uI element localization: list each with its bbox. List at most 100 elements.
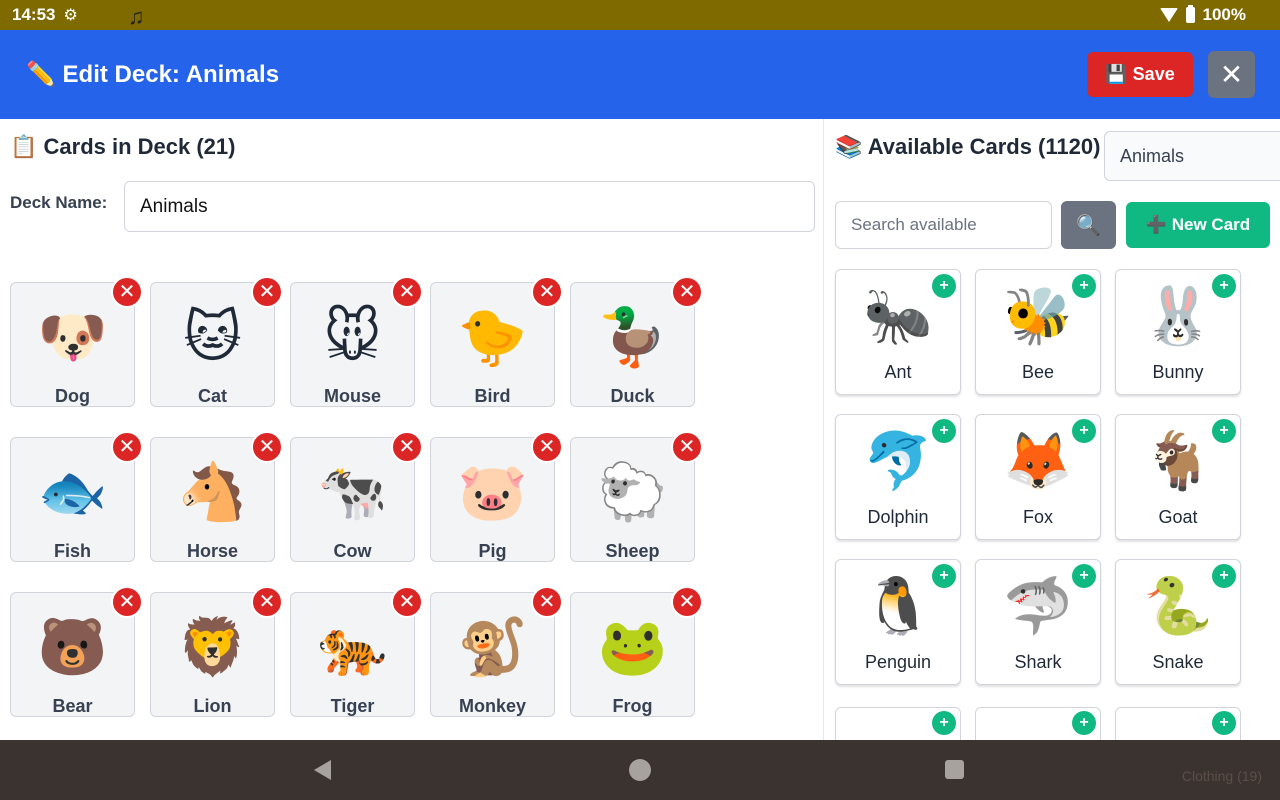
deck-card[interactable]: 🐶 Dog ✕: [10, 276, 143, 407]
add-card-button[interactable]: +: [1072, 711, 1096, 735]
save-button[interactable]: 💾 Save: [1087, 52, 1193, 97]
available-cards-panel: 📚 Available Cards (1120) Animals 🔍 ➕ New…: [825, 119, 1280, 740]
remove-card-button[interactable]: ✕: [391, 431, 423, 463]
card-label: Bear: [52, 696, 93, 716]
close-icon: ✕: [538, 281, 556, 303]
remove-card-button[interactable]: ✕: [251, 586, 283, 618]
close-icon: ✕: [118, 436, 136, 458]
card-label: Fox: [1022, 507, 1053, 527]
available-card[interactable]: 🐍 Snake +: [1115, 559, 1241, 685]
close-icon: ✕: [538, 436, 556, 458]
remove-card-button[interactable]: ✕: [391, 276, 423, 308]
deck-card[interactable]: 🐱 Cat ✕: [150, 276, 283, 407]
remove-card-button[interactable]: ✕: [531, 276, 563, 308]
deck-card[interactable]: 🐷 Pig ✕: [430, 431, 563, 562]
horse-icon: 🐴: [177, 460, 248, 523]
close-icon: ✕: [538, 591, 556, 613]
deck-card[interactable]: 🐭 Mouse ✕: [290, 276, 423, 407]
deck-card[interactable]: 🐅 Tiger ✕: [290, 586, 423, 717]
available-card[interactable]: 🐧 Penguin +: [835, 559, 961, 685]
available-cards-title: 📚 Available Cards (1120): [835, 134, 1101, 159]
card-label: Bird: [474, 386, 511, 406]
add-card-button[interactable]: +: [932, 711, 956, 735]
add-card-button[interactable]: +: [1212, 564, 1236, 588]
available-card[interactable]: 🐐 Goat +: [1115, 414, 1241, 540]
remove-card-button[interactable]: ✕: [671, 431, 703, 463]
page-title: ✏️ Edit Deck: Animals: [26, 61, 280, 88]
add-card-button[interactable]: +: [932, 274, 956, 298]
deck-card[interactable]: 🐟 Fish ✕: [10, 431, 143, 562]
tiger-icon: 🐅: [317, 615, 388, 678]
add-card-button[interactable]: +: [1072, 274, 1096, 298]
mouse-icon: 🐭: [323, 305, 382, 368]
back-icon[interactable]: [314, 760, 331, 780]
close-icon: ✕: [678, 591, 696, 613]
available-card[interactable]: 🐜 Ant +: [835, 269, 961, 395]
deck-card[interactable]: 🐄 Cow ✕: [290, 431, 423, 562]
bird-icon: 🐤: [457, 305, 528, 368]
card-label: Shark: [1014, 652, 1062, 672]
card-label: Dog: [55, 386, 90, 406]
deck-card[interactable]: 🐒 Monkey ✕: [430, 586, 563, 717]
deck-card[interactable]: 🐴 Horse ✕: [150, 431, 283, 562]
card-label: Duck: [610, 386, 655, 406]
music-note-icon: ♫: [128, 4, 145, 29]
recent-apps-icon[interactable]: [945, 760, 964, 779]
add-card-button[interactable]: +: [1212, 711, 1236, 735]
frog-icon: 🐸: [597, 615, 668, 678]
deck-name-input[interactable]: [124, 181, 815, 232]
battery-icon: [1185, 5, 1195, 23]
remove-card-button[interactable]: ✕: [531, 586, 563, 618]
search-icon: 🔍: [1076, 214, 1101, 237]
category-select[interactable]: Animals: [1104, 131, 1280, 181]
available-card[interactable]: 🐰 Bunny +: [1115, 269, 1241, 395]
card-label: Monkey: [458, 696, 527, 716]
close-icon: ✕: [398, 281, 416, 303]
close-icon: ✕: [258, 281, 276, 303]
deck-card[interactable]: 🐤 Bird ✕: [430, 276, 563, 407]
available-card[interactable]: 🦈 Shark +: [975, 559, 1101, 685]
remove-card-button[interactable]: ✕: [111, 586, 143, 618]
available-card[interactable]: +: [835, 707, 961, 740]
add-card-button[interactable]: +: [932, 564, 956, 588]
deck-card[interactable]: 🐸 Frog ✕: [570, 586, 703, 717]
search-button[interactable]: 🔍: [1061, 201, 1116, 249]
home-icon[interactable]: [629, 759, 651, 781]
add-card-button[interactable]: +: [1212, 419, 1236, 443]
deck-card[interactable]: 🦁 Lion ✕: [150, 586, 283, 717]
remove-card-button[interactable]: ✕: [111, 431, 143, 463]
add-card-button[interactable]: +: [1072, 419, 1096, 443]
card-label: Tiger: [330, 696, 375, 716]
background-deck-label: Clothing (19): [1181, 768, 1262, 784]
card-label: Penguin: [864, 652, 932, 672]
add-card-button[interactable]: +: [932, 419, 956, 443]
remove-card-button[interactable]: ✕: [251, 431, 283, 463]
lion-icon: 🦁: [177, 615, 248, 678]
available-card[interactable]: 🐬 Dolphin +: [835, 414, 961, 540]
available-card[interactable]: +: [975, 707, 1101, 740]
available-card[interactable]: +: [1115, 707, 1241, 740]
add-card-button[interactable]: +: [1212, 274, 1236, 298]
deck-card[interactable]: 🐻 Bear ✕: [10, 586, 143, 717]
new-card-button[interactable]: ➕ New Card: [1126, 202, 1270, 248]
remove-card-button[interactable]: ✕: [111, 276, 143, 308]
remove-card-button[interactable]: ✕: [251, 276, 283, 308]
close-icon: ✕: [678, 436, 696, 458]
card-label: Bee: [1021, 362, 1055, 382]
remove-card-button[interactable]: ✕: [671, 276, 703, 308]
available-card[interactable]: 🦊 Fox +: [975, 414, 1101, 540]
gear-icon: ⚙: [63, 7, 78, 24]
remove-card-button[interactable]: ✕: [531, 431, 563, 463]
close-button[interactable]: ✕: [1208, 51, 1255, 98]
card-label: Pig: [478, 541, 507, 561]
deck-card[interactable]: 🦆 Duck ✕: [570, 276, 703, 407]
fish-icon: 🐟: [37, 460, 108, 523]
deck-cards-title: 📋 Cards in Deck (21): [10, 134, 236, 159]
add-card-button[interactable]: +: [1072, 564, 1096, 588]
remove-card-button[interactable]: ✕: [671, 586, 703, 618]
card-label: Mouse: [323, 386, 381, 406]
deck-card[interactable]: 🐑 Sheep ✕: [570, 431, 703, 562]
available-card[interactable]: 🐝 Bee +: [975, 269, 1101, 395]
remove-card-button[interactable]: ✕: [391, 586, 423, 618]
search-input[interactable]: [835, 201, 1052, 249]
